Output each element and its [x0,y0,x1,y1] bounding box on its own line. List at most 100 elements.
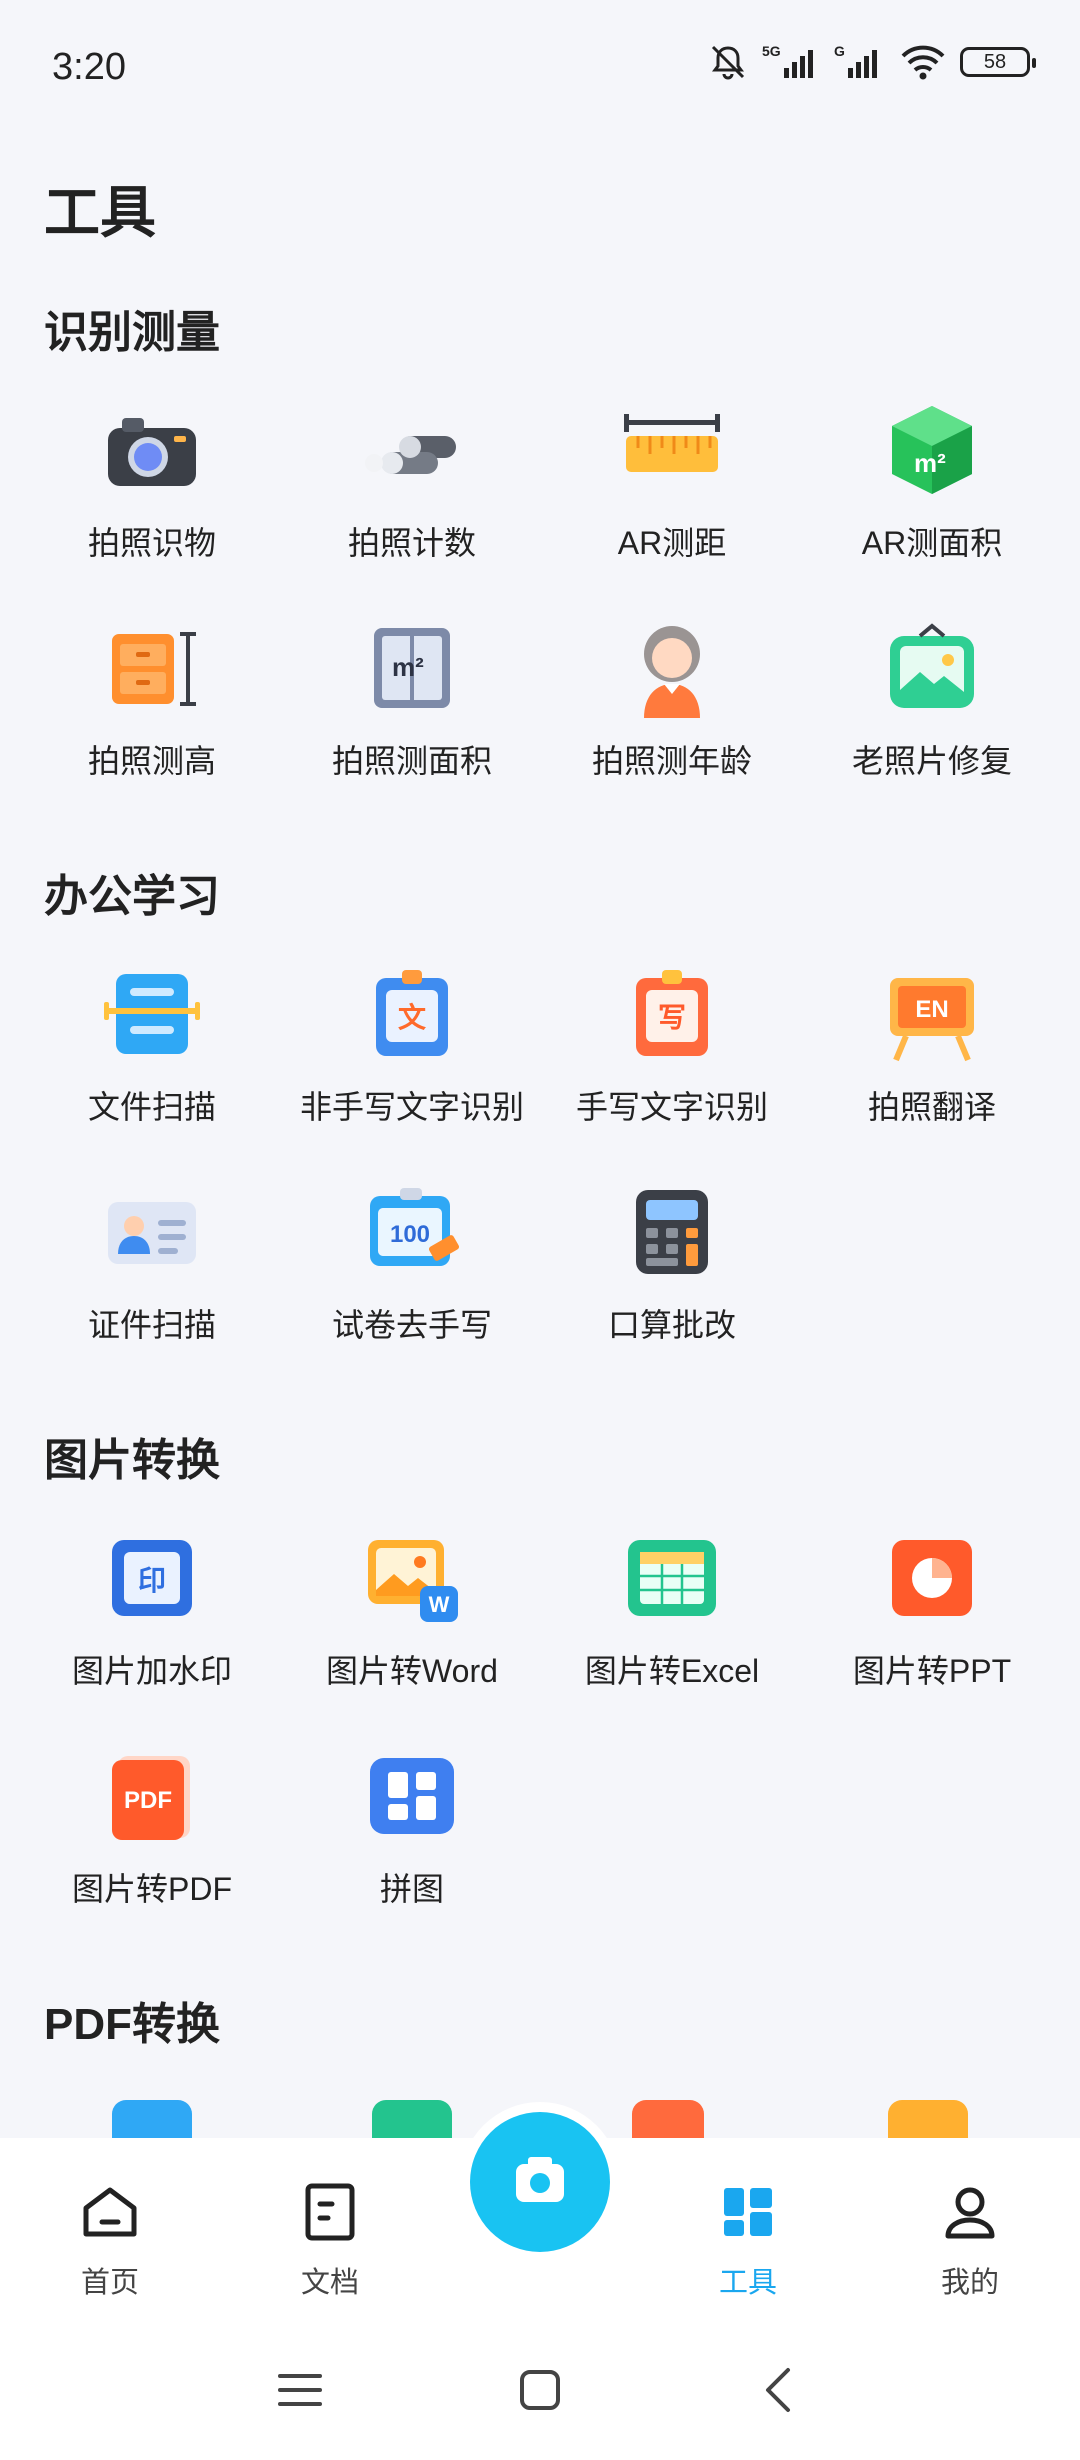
window-area-icon: m² [374,628,450,708]
tool-label: 拍照测高 [87,743,216,779]
image-to-excel-icon [628,1540,716,1616]
status-time: 3:20 [52,46,126,88]
image-to-ppt-icon [892,1540,972,1616]
camera-icon [516,2157,564,2202]
calculator-icon [636,1190,708,1274]
svg-text:G: G [834,43,845,59]
person-age-icon [644,626,700,718]
glyph-text: W [429,1592,450,1617]
nav-tools[interactable]: 工具 [678,2180,818,2301]
glyph-text: PDF [124,1787,172,1814]
section-title: 办公学习 [44,872,220,921]
status-icons: 5G G 58 [708,42,1036,82]
tool-label: 试卷去手写 [331,1307,492,1343]
tool-label: 证件扫描 [87,1307,216,1343]
battery-level: 58 [983,50,1007,73]
area-cube-icon: m² [892,406,972,494]
mute-bell-icon [711,45,745,80]
tools-grid-icon [724,2188,772,2236]
exam-erase-icon: 100 [370,1188,460,1266]
pipes-count-icon [365,436,456,474]
watermark-icon: 印 [112,1540,192,1616]
glyph-text: 印 [138,1564,166,1597]
image-to-pdf-icon: PDF [112,1756,190,1840]
camera-capture-button[interactable] [470,2112,610,2252]
tool-label: 拍照计数 [347,525,476,561]
tool-handwriting-ocr[interactable]: 写 手写文字识别 [542,964,802,1182]
tool-document-scan[interactable]: 文件扫描 [22,964,282,1182]
system-menu-icon[interactable] [270,2360,330,2420]
page-title: 工具 [44,181,156,244]
tool-label: 拍照测面积 [331,743,492,779]
tool-photo-age[interactable]: 拍照测年龄 [542,618,802,836]
user-icon [945,2187,995,2239]
system-back-icon[interactable] [750,2360,810,2420]
tool-old-photo-restore[interactable]: 老照片修复 [802,618,1062,836]
tool-label: 拼图 [379,1871,444,1907]
tool-label: 图片转PPT [852,1653,1012,1689]
tool-image-to-excel[interactable]: 图片转Excel [542,1528,802,1746]
wifi-icon [901,45,945,80]
pdf-tool-icon-peek [372,2100,452,2140]
pdf-tool-icon-peek [112,2100,192,2140]
section-title: PDF转换 [44,2000,220,2049]
nav-label: 我的 [940,2267,999,2299]
id-card-icon [108,1202,196,1264]
tool-label: 文件扫描 [87,1089,216,1125]
tool-mental-math-grading[interactable]: 口算批改 [542,1182,802,1400]
tool-image-to-ppt[interactable]: 图片转PPT [802,1528,1062,1746]
tool-label: 老照片修复 [851,743,1012,779]
print-text-ocr-icon: 文 [376,970,448,1056]
nav-label: 文档 [300,2267,359,2299]
tool-image-watermark[interactable]: 印 图片加水印 [22,1528,282,1746]
tool-ar-area[interactable]: m² AR测面积 [802,400,1062,618]
height-cabinet-icon [112,632,196,706]
collage-icon [370,1758,454,1834]
signal-5g-icon: 5G [762,43,813,78]
tool-image-to-pdf[interactable]: PDF 图片转PDF [22,1746,282,1964]
home-icon [83,2187,137,2237]
tool-label: 图片转Excel [584,1653,760,1689]
pdf-tool-icon-peek [888,2100,968,2140]
tool-label: 口算批改 [607,1307,736,1343]
tool-label: 非手写文字识别 [299,1089,524,1125]
tool-label: 图片转Word [326,1653,498,1689]
signal-g-icon: G [834,43,877,78]
handwriting-ocr-icon: 写 [636,970,708,1056]
svg-text:5G: 5G [762,43,781,59]
nav-home[interactable]: 首页 [40,2180,180,2301]
document-icon [305,2183,355,2241]
tool-photo-height[interactable]: 拍照测高 [22,618,282,836]
section-title: 图片转换 [44,1436,220,1485]
tool-ar-distance[interactable]: AR测距 [542,400,802,618]
ruler-icon [624,414,720,472]
tool-image-to-word[interactable]: W 图片转Word [282,1528,542,1746]
tool-label: 图片转PDF [71,1871,232,1907]
tool-exam-erase[interactable]: 100 试卷去手写 [282,1182,542,1400]
photo-restore-icon [890,623,974,708]
nav-label: 工具 [718,2267,777,2299]
tool-label: AR测距 [617,525,727,561]
image-to-word-icon: W [368,1540,458,1622]
tool-print-text-ocr[interactable]: 文 非手写文字识别 [282,964,542,1182]
section-title: 识别测量 [44,308,220,357]
tool-label: 图片加水印 [71,1653,232,1689]
tool-photo-count[interactable]: 拍照计数 [282,400,542,618]
svg-text:m²: m² [914,448,946,478]
tool-collage[interactable]: 拼图 [282,1746,542,1964]
document-scan-icon [104,974,200,1054]
tool-photo-area[interactable]: m² 拍照测面积 [282,618,542,836]
system-home-icon[interactable] [510,2360,570,2420]
status-bar: 3:20 5G G 58 [0,0,1080,140]
tool-label: 拍照翻译 [867,1089,996,1125]
nav-profile[interactable]: 我的 [900,2180,1040,2301]
tool-id-scan[interactable]: 证件扫描 [22,1182,282,1400]
nav-documents[interactable]: 文档 [260,2180,400,2301]
svg-text:m²: m² [392,652,424,682]
translate-board-icon: EN [890,978,974,1062]
tool-label: 拍照测年龄 [591,743,752,779]
tool-label: 拍照识物 [87,525,216,561]
tool-photo-identify[interactable]: 拍照识物 [22,400,282,618]
glyph-text: 文 [398,1001,426,1034]
tool-photo-translate[interactable]: EN 拍照翻译 [802,964,1062,1182]
